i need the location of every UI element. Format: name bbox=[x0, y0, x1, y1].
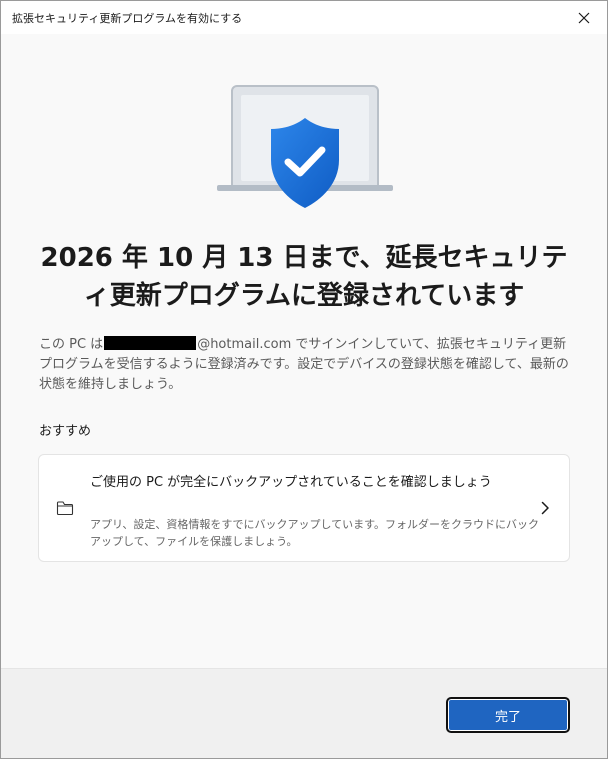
page-title-line-1: 2026 年 10 月 13 日まで、延長セキュリテ bbox=[40, 243, 568, 273]
window-title: 拡張セキュリティ更新プログラムを有効にする bbox=[12, 12, 243, 25]
dialog-footer: 完了 bbox=[1, 668, 607, 758]
folder-icon bbox=[56, 501, 74, 516]
laptop-shield-check-icon bbox=[217, 85, 393, 208]
dialog-content: 2026 年 10 月 13 日まで、延長セキュリテ ィ更新プログラムに登録され… bbox=[1, 34, 607, 668]
card-description: アプリ、設定、資格情報をすでにバックアップしています。フォルダーをクラウドにバッ… bbox=[90, 518, 540, 548]
backup-recommendation-card[interactable]: ご使用の PC が完全にバックアップされていることを確認しましょう アプリ、設定… bbox=[38, 454, 570, 562]
description-text: この PC は @hotmail.com でサインインしていて、拡張セキュリティ更… bbox=[39, 335, 577, 395]
done-button[interactable]: 完了 bbox=[446, 697, 570, 733]
chevron-right-icon bbox=[541, 501, 549, 515]
page-title: 2026 年 10 月 13 日まで、延長セキュリテ ィ更新プログラムに登録され… bbox=[31, 239, 577, 315]
close-button[interactable] bbox=[561, 1, 607, 34]
close-icon bbox=[578, 12, 590, 23]
dialog-window: 拡張セキュリティ更新プログラムを有効にする 2026 年 10 月 13 日まで… bbox=[0, 0, 608, 759]
page-title-line-2: ィ更新プログラムに登録されています bbox=[83, 281, 525, 311]
description-prefix: この PC は bbox=[39, 337, 104, 352]
recommendations-heading: おすすめ bbox=[39, 424, 92, 439]
redacted-email-block bbox=[104, 336, 197, 350]
card-title: ご使用の PC が完全にバックアップされていることを確認しましょう bbox=[90, 475, 492, 490]
title-bar[interactable]: 拡張セキュリティ更新プログラムを有効にする bbox=[1, 1, 607, 34]
